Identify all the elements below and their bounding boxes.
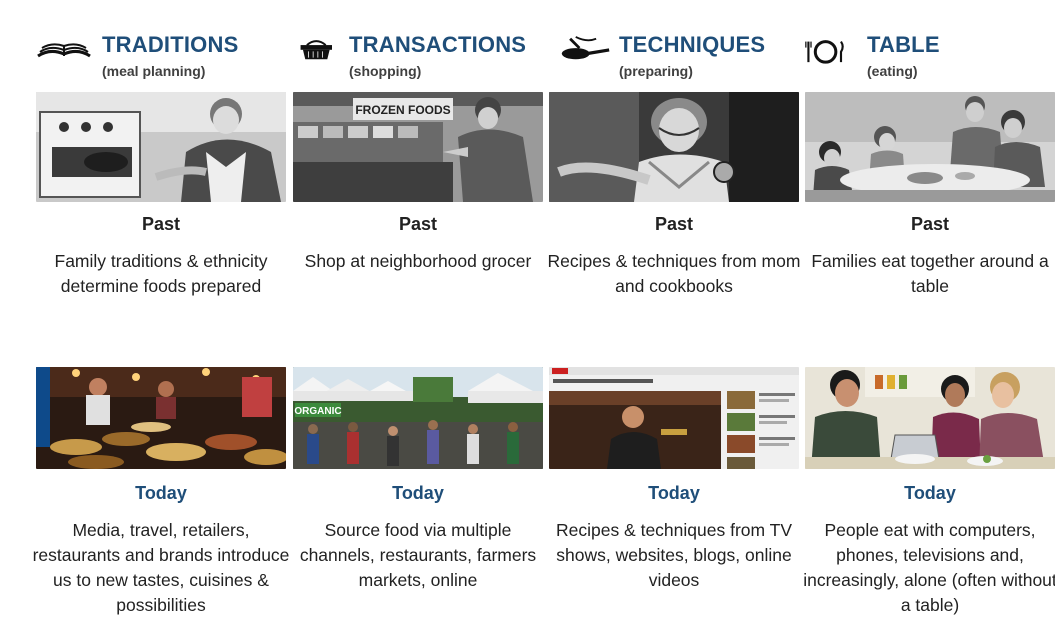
today-description: Recipes & techniques from TV shows, webs… [555, 520, 793, 590]
today-label: Today [904, 483, 956, 503]
past-photo [549, 92, 799, 202]
today-description: Media, travel, retailers, restaurants an… [32, 520, 290, 615]
plate-and-cutlery-icon [805, 40, 844, 64]
frozen-foods-sign: FROZEN FOODS [355, 103, 450, 117]
category-title: TABLE [867, 32, 940, 57]
column-header: TABLE (eating) [805, 30, 1055, 85]
column-traditions: TRADITIONS (meal planning) Past Family t… [33, 0, 290, 619]
column-transactions: TRANSACTIONS (shopping) FROZEN FOODS Pas… [293, 0, 543, 619]
today-photo [549, 367, 799, 469]
today-description: People eat with computers, phones, telev… [803, 520, 1055, 615]
today-label: Today [392, 483, 444, 503]
past-photo [805, 92, 1055, 202]
category-subtitle: (eating) [867, 63, 918, 79]
category-subtitle: (preparing) [619, 63, 693, 79]
column-table: TABLE (eating) Past Families eat togethe… [803, 0, 1055, 619]
frying-pan-icon [561, 36, 610, 60]
today-label: Today [135, 483, 187, 503]
organic-sign: ORGANIC [294, 406, 341, 417]
shopping-basket-icon [300, 40, 332, 60]
past-description: Families eat together around a table [811, 251, 1049, 296]
column-techniques: TECHNIQUES (preparing) Past Recipes & te… [548, 0, 801, 619]
past-description: Family traditions & ethnicity determine … [54, 251, 268, 296]
open-book-icon [37, 43, 91, 58]
category-subtitle: (shopping) [349, 63, 422, 79]
today-photo: ORGANIC [293, 367, 543, 469]
category-title: TECHNIQUES [619, 32, 766, 57]
past-label: Past [398, 214, 438, 234]
today-photo [805, 367, 1055, 469]
today-photo [36, 367, 286, 469]
past-description: Recipes & techniques from mom and cookbo… [547, 251, 801, 296]
column-header: TRANSACTIONS (shopping) [293, 30, 543, 85]
past-photo: FROZEN FOODS [293, 92, 543, 202]
category-title: TRADITIONS [102, 32, 239, 57]
column-header: TECHNIQUES (preparing) [549, 30, 799, 85]
past-label: Past [910, 214, 950, 234]
past-label: Past [654, 214, 694, 234]
column-header: TRADITIONS (meal planning) [36, 30, 286, 85]
past-photo [36, 92, 286, 202]
today-label: Today [648, 483, 700, 503]
past-label: Past [141, 214, 181, 234]
past-description: Shop at neighborhood grocer [304, 251, 532, 271]
category-subtitle: (meal planning) [102, 63, 206, 79]
today-description: Source food via multiple channels, resta… [299, 520, 537, 590]
category-title: TRANSACTIONS [349, 32, 527, 57]
